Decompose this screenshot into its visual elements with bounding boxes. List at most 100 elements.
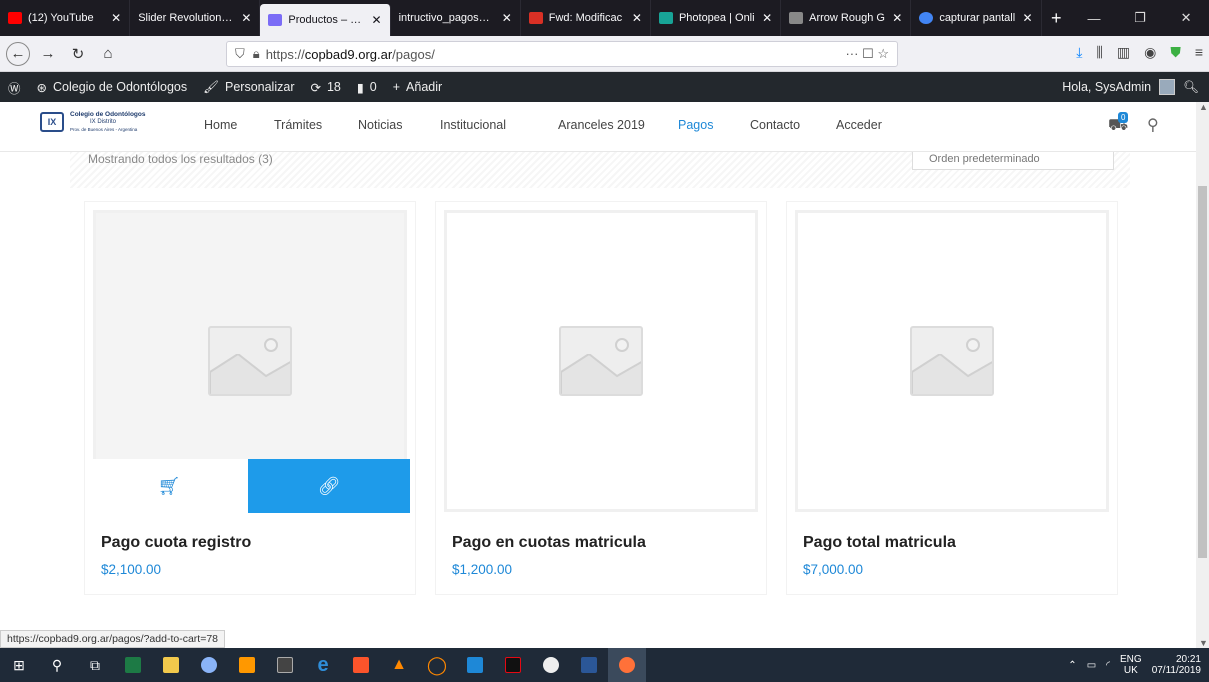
tab-productos[interactable]: Productos – Col ✕ [260, 4, 391, 36]
product-card[interactable]: Pago total matricula $7,000.00 [787, 202, 1117, 594]
sidebar-icon[interactable]: ▥ [1117, 44, 1130, 61]
task-view-icon[interactable]: ⧉ [76, 648, 114, 682]
brave-icon[interactable] [342, 648, 380, 682]
image-placeholder-icon [559, 326, 643, 396]
tab-instructivo[interactable]: intructivo_pagos_20 ✕ [391, 0, 521, 36]
product-image[interactable] [795, 210, 1109, 512]
word-icon[interactable] [570, 648, 608, 682]
menu-item-tramites[interactable]: Trámites [274, 118, 358, 132]
url-host: copbad9.org.ar [304, 46, 393, 62]
wp-greeting[interactable]: Hola, SysAdmin [1062, 80, 1151, 94]
back-button[interactable]: ← [6, 41, 30, 66]
tab-youtube[interactable]: (12) YouTube ✕ [0, 0, 131, 36]
page-actions[interactable]: ··· ☐ ☆ [845, 46, 897, 62]
paint-icon[interactable] [190, 648, 228, 682]
close-icon[interactable]: ✕ [111, 11, 121, 25]
wp-add-new[interactable]: + Añadir [385, 80, 450, 94]
itunes-icon[interactable] [532, 648, 570, 682]
home-button[interactable]: ⌂ [96, 42, 120, 66]
wp-updates[interactable]: ⟳ 18 [302, 80, 348, 95]
tab-gmail[interactable]: Fwd: Modificac ✕ [521, 0, 651, 36]
close-icon[interactable]: ✕ [502, 11, 512, 25]
firefox-icon[interactable] [608, 648, 646, 682]
new-tab-button[interactable]: + [1042, 0, 1072, 36]
forward-button[interactable]: → [36, 42, 60, 66]
menu-item-acceder[interactable]: Acceder [836, 118, 882, 132]
tab-slider-revolution[interactable]: Slider Revolution « C ✕ [130, 0, 261, 36]
header-search-icon[interactable]: ⚲ [1147, 115, 1159, 135]
account-icon[interactable]: ◉ [1144, 44, 1156, 61]
scroll-down-icon[interactable]: ▼ [1199, 638, 1208, 648]
vs-icon[interactable] [456, 648, 494, 682]
extension-shield-icon[interactable]: ⛊ [1170, 44, 1181, 61]
menu-item-noticias[interactable]: Noticias [358, 118, 440, 132]
product-title[interactable]: Pago en cuotas matricula [452, 534, 646, 552]
search-icon[interactable]: ⚲ [38, 648, 76, 682]
product-image[interactable] [444, 210, 758, 512]
chevron-up-icon[interactable]: ⌃ [1068, 660, 1076, 671]
menu-item-home[interactable]: Home [204, 118, 274, 132]
browser-navbar: ← → ↻ ⌂ ⛉ 🔒︎ https://copbad9.org.ar/pago… [0, 36, 1209, 72]
product-card[interactable]: Pago en cuotas matricula $1,200.00 [436, 202, 766, 594]
product-title[interactable]: Pago cuota registro [101, 534, 251, 552]
language-indicator[interactable]: ENG UK [1120, 654, 1142, 676]
wp-customize[interactable]: 🖌︎ Personalizar [195, 80, 302, 95]
minimize-icon[interactable]: — [1071, 0, 1117, 36]
wp-logo-icon[interactable]: Ⓦ [0, 78, 29, 97]
vlc-icon[interactable]: ▲ [380, 648, 418, 682]
avatar[interactable] [1159, 79, 1176, 95]
product-link-button[interactable]: 🔗︎ [248, 459, 410, 513]
tab-photopea[interactable]: Photopea | Onli ✕ [651, 0, 782, 36]
netflix-icon[interactable] [494, 648, 532, 682]
cart-icon[interactable]: ⛟ 0 [1108, 112, 1129, 136]
add-to-cart-button[interactable]: 🛒︎ [90, 459, 248, 513]
start-icon[interactable]: ⊞ [0, 648, 38, 682]
close-icon[interactable]: ✕ [1022, 11, 1032, 25]
file-explorer-icon[interactable] [152, 648, 190, 682]
menu-icon[interactable]: ≡ [1195, 44, 1203, 61]
network-icon[interactable]: ▭ [1087, 660, 1096, 671]
brush-icon: 🖌︎ [203, 79, 219, 94]
sublime-icon[interactable] [228, 648, 266, 682]
close-icon[interactable]: ✕ [632, 11, 642, 25]
wp-site-name[interactable]: ⊛ Colegio de Odontólogos [29, 80, 196, 95]
menu-item-aranceles[interactable]: Aranceles 2019 [558, 118, 678, 132]
url-path: /pagos/ [392, 46, 435, 62]
clock[interactable]: 20:21 07/11/2019 [1152, 654, 1201, 676]
restore-icon[interactable]: ❐ [1117, 0, 1163, 36]
reload-button[interactable]: ↻ [66, 42, 90, 66]
updates-icon: ⟳ [310, 80, 321, 95]
product-title[interactable]: Pago total matricula [803, 534, 956, 552]
lock-icon: 🔒︎ [252, 46, 260, 61]
plus-icon: + [392, 80, 401, 94]
scrollbar-thumb[interactable] [1198, 186, 1207, 558]
site-logo[interactable]: IX Colegio de Odontólogos IX Distrito Pr… [40, 111, 145, 132]
close-icon[interactable]: ✕ [372, 13, 382, 27]
excel-icon[interactable] [114, 648, 152, 682]
scroll-up-icon[interactable]: ▲ [1199, 102, 1208, 112]
menu-item-institucional[interactable]: Institucional [440, 118, 558, 132]
close-icon[interactable]: ✕ [892, 11, 902, 25]
download-icon[interactable]: ⤓ [1076, 44, 1082, 61]
site-favicon-icon [268, 14, 283, 26]
url-bar[interactable]: ⛉ 🔒︎ https://copbad9.org.ar/pagos/ ··· ☐… [226, 41, 898, 67]
result-count: Mostrando todos los resultados (3) [88, 152, 273, 166]
close-window-icon[interactable]: ✕ [1163, 0, 1209, 36]
menu-item-pagos[interactable]: Pagos [678, 118, 750, 132]
menu-item-contacto[interactable]: Contacto [750, 118, 836, 132]
library-icon[interactable]: ⫼ [1096, 44, 1102, 61]
edge-icon[interactable]: e [304, 648, 342, 682]
terminal-icon[interactable] [266, 648, 304, 682]
tab-arrow-rough[interactable]: Arrow Rough G ✕ [781, 0, 912, 36]
page-scrollbar[interactable]: ▲ ▼ [1196, 102, 1209, 648]
search-icon[interactable]: 🔍︎ [1183, 80, 1199, 95]
google-icon [919, 12, 934, 24]
close-icon[interactable]: ✕ [241, 11, 251, 25]
opera-icon[interactable]: ◯ [418, 648, 456, 682]
ordering-select[interactable]: Orden predeterminado [912, 152, 1114, 170]
wp-comments[interactable]: ▮ 0 [349, 80, 385, 95]
wifi-icon[interactable]: ◜ [1106, 660, 1110, 671]
product-card[interactable]: 🛒︎ 🔗︎ Pago cuota registro $2,100.00 [85, 202, 415, 594]
close-icon[interactable]: ✕ [762, 11, 772, 25]
tab-google[interactable]: capturar pantall ✕ [911, 0, 1042, 36]
